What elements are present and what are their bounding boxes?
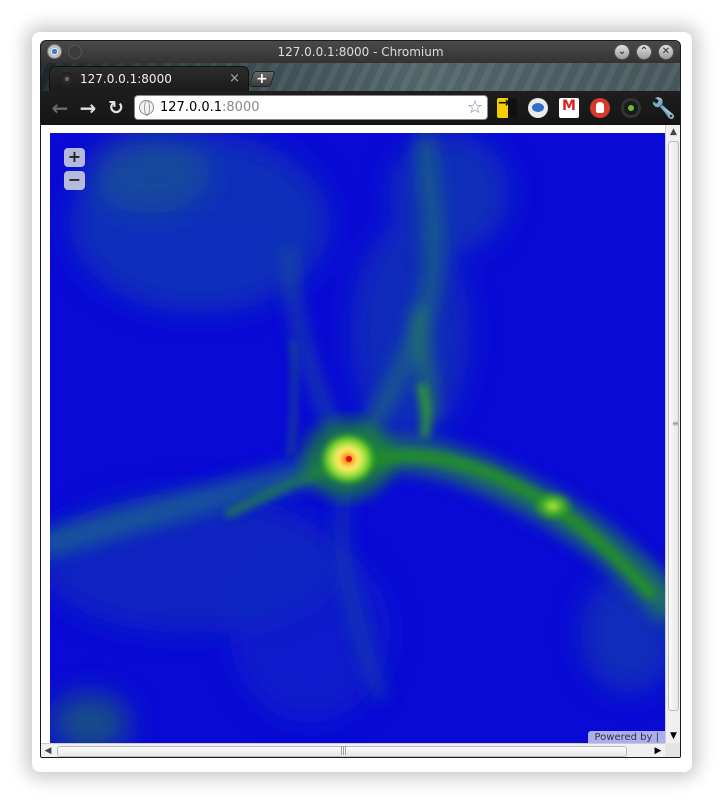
tab-active[interactable]: 127.0.0.1:8000 × [49, 66, 249, 91]
scroll-corner [665, 743, 680, 757]
globe-icon [139, 100, 154, 116]
horizontal-grip-icon: ||| [340, 746, 347, 756]
back-button[interactable]: ← [49, 97, 71, 119]
browser-toolbar: ← → ↻ 127.0.0.1:8000 ☆ 🔧 [41, 91, 680, 125]
page-content: + − Powered by | ▲ ≡ ▼ ◀ ||| ▶ [41, 125, 680, 757]
vertical-grip-icon: ≡ [672, 419, 679, 428]
vertical-scrollbar[interactable]: ▲ ≡ ▼ [665, 125, 680, 743]
maximize-button[interactable]: ⌃ [636, 44, 652, 60]
window-controls: ⌄ ⌃ ✕ [614, 44, 674, 60]
title-bar: 127.0.0.1:8000 - Chromium ⌄ ⌃ ✕ [41, 41, 680, 63]
secondary-cluster [531, 490, 575, 522]
address-bar[interactable]: 127.0.0.1:8000 ☆ [134, 95, 488, 120]
tab-close-icon[interactable]: × [229, 67, 240, 91]
zoom-in-button[interactable]: + [64, 148, 85, 167]
tab-strip: 127.0.0.1:8000 × + [41, 63, 680, 91]
browser-window: 127.0.0.1:8000 - Chromium ⌄ ⌃ ✕ 127.0.0.… [40, 40, 681, 758]
url-text[interactable]: 127.0.0.1:8000 [160, 100, 260, 115]
main-cluster [302, 419, 394, 499]
density-peak [346, 456, 352, 462]
url-port: :8000 [222, 100, 260, 115]
wrench-menu-icon[interactable]: 🔧 [651, 96, 676, 120]
url-host: 127.0.0.1 [160, 100, 223, 115]
forward-button[interactable]: → [77, 97, 99, 119]
scroll-left-icon[interactable]: ◀ [41, 744, 55, 757]
adblock-icon[interactable] [590, 98, 610, 118]
gmail-icon[interactable] [559, 98, 579, 118]
heatmap-map[interactable]: + − Powered by | [50, 133, 665, 743]
heatmap-canvas [50, 133, 665, 743]
close-window-button[interactable]: ✕ [658, 44, 674, 60]
reload-button[interactable]: ↻ [105, 97, 127, 119]
plus-icon: + [256, 71, 268, 87]
headphones-icon[interactable] [621, 98, 641, 118]
chromium-logo-icon[interactable] [47, 44, 62, 59]
tab-loading-icon [60, 72, 74, 86]
new-tab-button[interactable]: + [248, 71, 276, 87]
scroll-down-icon[interactable]: ▼ [666, 729, 680, 743]
vertical-scroll-thumb[interactable]: ≡ [668, 141, 679, 711]
tab-title: 127.0.0.1:8000 [80, 72, 172, 86]
zoom-out-button[interactable]: − [64, 171, 85, 190]
window-title: 127.0.0.1:8000 - Chromium [277, 45, 444, 59]
title-bar-left [47, 44, 82, 59]
map-attribution[interactable]: Powered by | [588, 731, 665, 743]
minimize-button[interactable]: ⌄ [614, 44, 630, 60]
sidebar-extension-icon[interactable] [497, 95, 517, 118]
bookmark-star-icon[interactable]: ☆ [467, 97, 483, 118]
scroll-right-icon[interactable]: ▶ [651, 744, 665, 757]
messaging-extension-icon[interactable] [528, 98, 548, 118]
window-menu-icon[interactable] [68, 45, 82, 59]
horizontal-scroll-thumb[interactable]: ||| [57, 746, 627, 757]
horizontal-scrollbar[interactable]: ◀ ||| ▶ [41, 743, 665, 757]
scroll-up-icon[interactable]: ▲ [666, 125, 680, 139]
